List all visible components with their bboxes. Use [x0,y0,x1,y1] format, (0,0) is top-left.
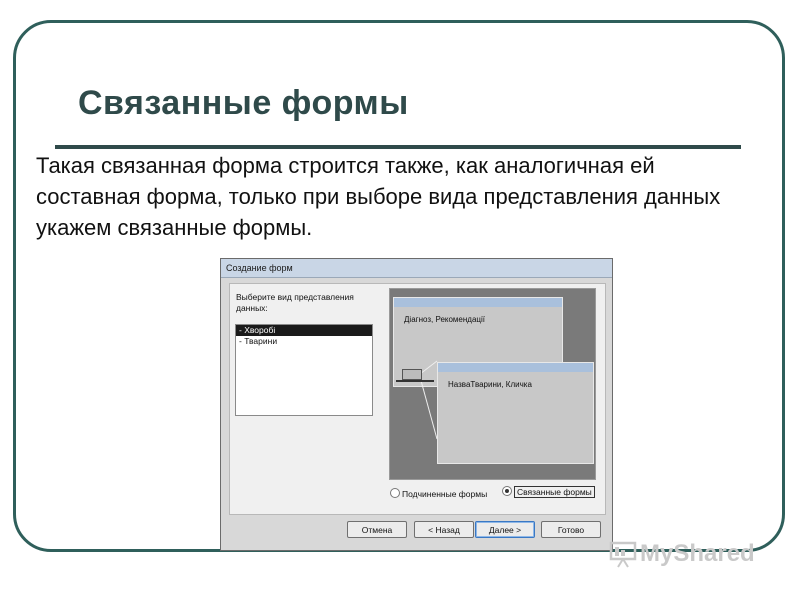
title-divider [55,145,741,149]
radio-subforms[interactable]: Подчиненные формы [390,488,487,499]
view-type-prompt: Выберите вид представления данных: [236,292,354,313]
list-item[interactable]: - Хворобі [236,325,372,336]
slide-body-text: Такая связанная форма строится также, ка… [36,153,721,240]
view-type-listbox[interactable]: - Хворобі - Тварини [235,324,373,416]
radio-checked-icon [502,486,512,496]
presentation-icon [609,541,637,568]
subform-button-preview [402,369,422,380]
form-wizard-dialog: Создание форм Выберите вид представления… [220,258,613,551]
back-button[interactable]: < Назад [414,521,474,538]
sub-form-preview: НазваТварини, Кличка [437,362,594,464]
radio-linked-forms[interactable]: Связанные формы [502,486,595,498]
cancel-button[interactable]: Отмена [347,521,407,538]
finish-button[interactable]: Готово [541,521,601,538]
sub-form-label: НазваТварини, Кличка [448,380,532,389]
preview-underline [396,380,434,382]
slide-title: Связанные формы [78,84,409,122]
watermark: MyShared [640,540,755,567]
form-preview-pane: Діагноз, Рекомендації НазваТварини, Клич… [389,288,596,480]
dialog-content: Выберите вид представления данных: - Хво… [229,283,606,515]
radio-circle-icon [390,488,400,498]
list-item[interactable]: - Тварини [236,336,372,347]
dialog-title: Создание форм [221,259,612,278]
next-button[interactable]: Далее > [475,521,535,538]
